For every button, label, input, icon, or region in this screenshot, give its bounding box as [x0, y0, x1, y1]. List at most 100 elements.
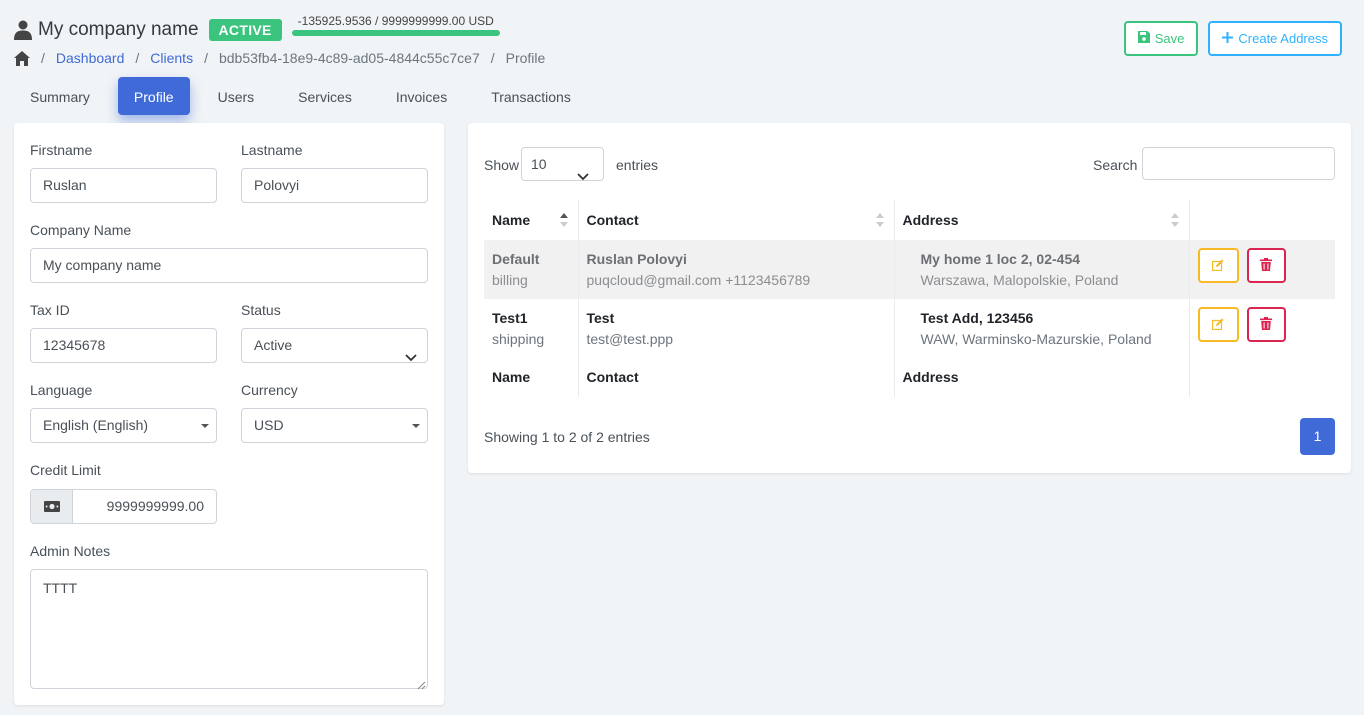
table-footer-row: Name Contact Address — [484, 357, 1335, 397]
delete-button[interactable] — [1246, 307, 1286, 342]
credit-limit-field: 9999999999.00 — [30, 489, 217, 524]
tab-summary[interactable]: Summary — [14, 77, 106, 115]
contact-column-footer: Contact — [578, 357, 895, 397]
caret-down-icon — [201, 424, 209, 428]
plus-icon — [1222, 31, 1234, 46]
address-name: Default — [492, 251, 540, 267]
balance-progress-bar — [291, 30, 500, 36]
status-label: Status — [241, 302, 281, 318]
status-select-value: Active — [254, 337, 293, 353]
contact-column-header[interactable]: Contact — [578, 200, 895, 240]
breadcrumb-dashboard-link[interactable]: Dashboard — [56, 50, 125, 66]
company-name-input[interactable]: My company name — [30, 248, 428, 283]
credit-limit-input[interactable]: 9999999999.00 — [107, 490, 204, 523]
breadcrumb-client-id: bdb53fb4-18e9-4c89-ad05-4844c55c7ce7 — [218, 50, 480, 66]
home-icon[interactable] — [14, 50, 30, 66]
address-column-footer: Address — [894, 357, 1190, 397]
page-size-value: 10 — [531, 156, 547, 172]
status-select[interactable]: Active — [241, 328, 428, 363]
addresses-card: Show 10 entries Search Name Contact Addr… — [468, 123, 1351, 473]
tax-id-input[interactable]: 12345678 — [30, 328, 217, 363]
address-cell: My home 1 loc 2, 02-454 Warszawa, Malopo… — [894, 240, 1190, 299]
money-bill-icon — [31, 490, 73, 523]
actions-column-header — [1189, 200, 1335, 240]
company-name-label: Company Name — [30, 222, 132, 238]
tab-services[interactable]: Services — [282, 77, 368, 115]
balance-text: -135925.9536 / 9999999999.00 USD — [297, 14, 494, 28]
trash-icon — [1260, 257, 1272, 274]
trash-icon — [1260, 316, 1272, 333]
lastname-label: Lastname — [241, 142, 303, 158]
contact-header-label: Contact — [586, 212, 639, 228]
search-label: Search — [1093, 157, 1138, 173]
page-size-select[interactable]: 10 — [521, 147, 604, 181]
chevron-down-icon — [405, 341, 417, 362]
pagination-page-1[interactable]: 1 — [1300, 418, 1335, 455]
currency-select[interactable]: USD — [241, 408, 428, 443]
breadcrumb-separator: / — [204, 50, 208, 66]
edit-button[interactable] — [1197, 307, 1239, 342]
row-actions — [1197, 299, 1328, 342]
client-tabs: Summary Profile Users Services Invoices … — [14, 77, 599, 115]
breadcrumb-separator: / — [490, 50, 495, 66]
create-address-button[interactable]: Create Address — [1208, 21, 1342, 56]
resize-grip-icon[interactable] — [416, 677, 426, 690]
create-address-button-label: Create Address — [1238, 31, 1328, 46]
entries-label: entries — [616, 157, 659, 173]
row-actions — [1197, 240, 1328, 283]
save-button[interactable]: Save — [1123, 21, 1199, 56]
currency-label: Currency — [241, 382, 298, 398]
actions-cell — [1189, 299, 1335, 357]
firstname-input[interactable]: Ruslan — [30, 168, 217, 203]
delete-button[interactable] — [1246, 248, 1286, 283]
admin-notes-label: Admin Notes — [30, 543, 111, 559]
contact-detail: puqcloud@gmail.com +1123456789 — [586, 272, 811, 288]
tab-transactions[interactable]: Transactions — [475, 77, 587, 115]
table-row: Test1 shipping Test test@test.ppp Test A… — [484, 299, 1335, 357]
address-type: shipping — [492, 331, 545, 347]
status-badge: ACTIVE — [208, 19, 282, 41]
admin-notes-textarea[interactable]: TTTT — [30, 569, 428, 690]
user-icon — [14, 20, 32, 40]
save-button-label: Save — [1154, 31, 1185, 46]
language-select[interactable]: English (English) — [30, 408, 217, 443]
name-column-footer: Name — [484, 357, 579, 397]
sort-asc-icon — [559, 213, 568, 227]
tab-users[interactable]: Users — [202, 77, 271, 115]
breadcrumb-separator: / — [41, 50, 45, 66]
actions-column-footer — [1189, 357, 1335, 397]
credit-limit-label: Credit Limit — [30, 462, 101, 478]
show-label: Show — [484, 157, 520, 173]
tax-id-label: Tax ID — [30, 302, 70, 318]
contact-cell: Ruslan Polovyi puqcloud@gmail.com +11234… — [578, 240, 895, 299]
name-column-header[interactable]: Name — [484, 200, 579, 240]
addresses-table: Name Contact Address Default billing Rus… — [484, 200, 1335, 397]
sort-icon — [875, 213, 884, 227]
tab-invoices[interactable]: Invoices — [380, 77, 463, 115]
profile-form-card: Firstname Ruslan Lastname Polovyi Compan… — [14, 123, 444, 705]
address-line: Test Add, 123456 — [920, 310, 1034, 326]
company-name: My company name — [38, 19, 199, 40]
balance-indicator: -135925.9536 / 9999999999.00 USD — [291, 12, 500, 40]
contact-cell: Test test@test.ppp — [578, 299, 895, 357]
address-line: My home 1 loc 2, 02-454 — [920, 251, 1081, 267]
tab-profile[interactable]: Profile — [117, 77, 190, 115]
address-region: WAW, Warminsko-Mazurskie, Poland — [920, 331, 1152, 347]
address-column-header[interactable]: Address — [894, 200, 1190, 240]
lastname-input[interactable]: Polovyi — [241, 168, 428, 203]
name-cell: Test1 shipping — [484, 299, 579, 357]
address-cell: Test Add, 123456 WAW, Warminsko-Mazurski… — [894, 299, 1190, 357]
breadcrumb-separator: / — [135, 50, 140, 66]
edit-button[interactable] — [1197, 248, 1239, 283]
search-input[interactable] — [1142, 147, 1335, 180]
breadcrumb-clients-link[interactable]: Clients — [150, 50, 193, 66]
sort-icon — [1170, 213, 1179, 227]
header-actions: Save Create Address — [1123, 21, 1342, 56]
name-cell: Default billing — [484, 240, 579, 299]
address-region: Warszawa, Malopolskie, Poland — [920, 272, 1119, 288]
caret-down-icon — [412, 424, 420, 428]
contact-name: Test — [586, 310, 615, 326]
edit-icon — [1211, 258, 1224, 274]
name-header-label: Name — [492, 212, 531, 228]
firstname-label: Firstname — [30, 142, 93, 158]
